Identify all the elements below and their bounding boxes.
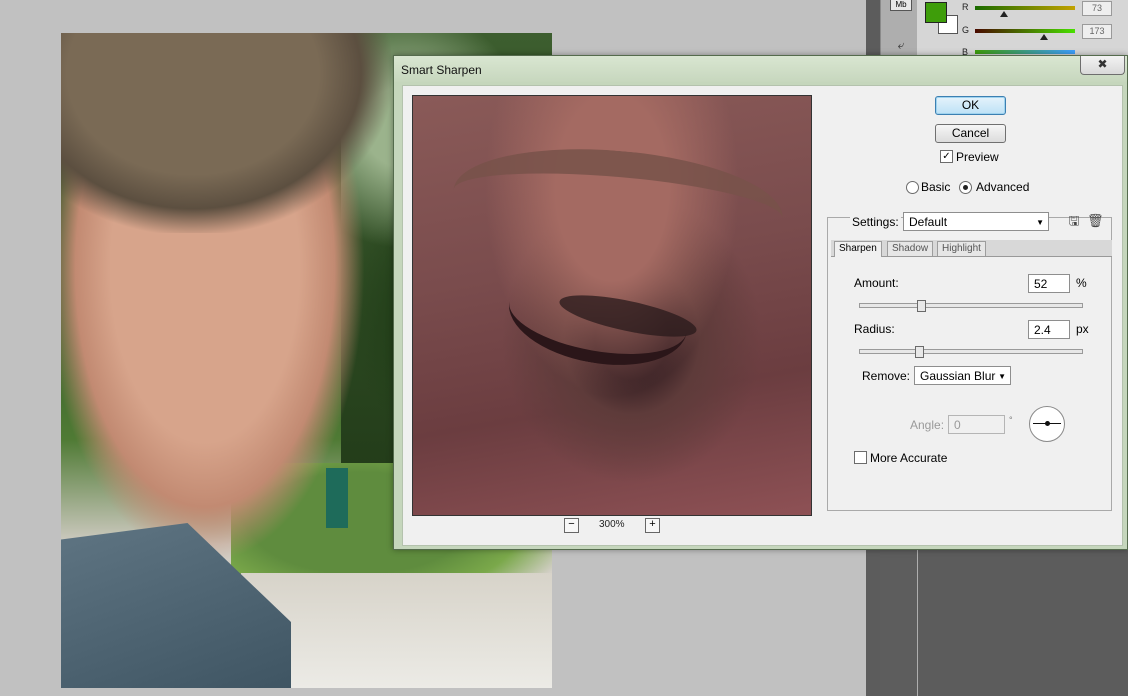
ok-button[interactable]: OK	[935, 96, 1006, 115]
save-settings-icon[interactable]: 🖫	[1066, 213, 1082, 229]
angle-label: Angle:	[910, 418, 945, 432]
checkmark-icon: ✓	[942, 151, 951, 162]
photo-hair	[61, 33, 391, 233]
red-channel-value[interactable]: 73	[1082, 1, 1112, 16]
radius-label: Radius:	[854, 322, 895, 336]
basic-label: Basic	[921, 180, 951, 194]
chevron-down-icon: ▼	[1036, 218, 1044, 227]
preview-checkbox[interactable]: ✓	[940, 150, 953, 163]
remove-dropdown[interactable]: Gaussian Blur ▼	[914, 366, 1011, 385]
amount-slider-thumb[interactable]	[917, 300, 926, 312]
red-channel-marker[interactable]	[1000, 11, 1008, 17]
radius-slider-thumb[interactable]	[915, 346, 924, 358]
tab-strip: Sharpen Shadow Highlight	[831, 240, 1112, 257]
red-channel-slider[interactable]	[975, 6, 1075, 10]
settings-label: Settings:	[850, 215, 901, 229]
history-icon[interactable]: ⤶	[893, 38, 909, 52]
preview-label: Preview	[956, 150, 999, 164]
panel-dock-lower	[880, 540, 917, 696]
amount-label: Amount:	[854, 276, 899, 290]
foreground-color-swatch[interactable]	[925, 2, 947, 23]
dialog-title: Smart Sharpen	[401, 63, 482, 77]
green-channel-slider[interactable]	[975, 29, 1075, 33]
mb-icon[interactable]: Mb	[890, 0, 912, 11]
advanced-radio[interactable]	[959, 181, 972, 194]
settings-group	[827, 217, 1112, 511]
basic-radio[interactable]	[906, 181, 919, 194]
remove-label: Remove:	[862, 369, 911, 383]
radius-slider[interactable]	[859, 349, 1083, 354]
zoom-in-button[interactable]: +	[645, 518, 660, 533]
dialog-titlebar[interactable]: Smart Sharpen ✖	[394, 56, 1127, 82]
amount-unit: %	[1076, 276, 1087, 290]
delete-settings-icon[interactable]: 🗑	[1087, 213, 1104, 229]
dialog-body: − 300% + OK Cancel ✓ Preview Basic Advan…	[402, 85, 1123, 546]
more-accurate-checkbox[interactable]	[854, 451, 867, 464]
green-channel-label: G	[962, 25, 970, 35]
chevron-down-icon: ▼	[998, 372, 1006, 381]
red-channel-label: R	[962, 2, 969, 12]
green-channel-marker[interactable]	[1040, 34, 1048, 40]
angle-field[interactable]: 0	[948, 415, 1005, 434]
angle-dial-center	[1045, 421, 1050, 426]
tab-shadow[interactable]: Shadow	[887, 241, 934, 256]
tab-highlight[interactable]: Highlight	[937, 241, 986, 256]
cancel-button[interactable]: Cancel	[935, 124, 1006, 143]
angle-unit: °	[1009, 415, 1013, 425]
amount-slider[interactable]	[859, 303, 1083, 308]
preview-eyebrow	[449, 136, 787, 272]
close-button[interactable]: ✖	[1080, 56, 1125, 75]
radius-field[interactable]: 2.4	[1028, 320, 1070, 339]
radius-unit: px	[1076, 322, 1089, 336]
tab-sharpen[interactable]: Sharpen	[834, 241, 882, 257]
more-accurate-label: More Accurate	[870, 451, 948, 465]
zoom-level: 300%	[599, 519, 625, 530]
zoom-out-button[interactable]: −	[564, 518, 579, 533]
settings-dropdown[interactable]: Default ▼	[903, 212, 1049, 231]
green-channel-value[interactable]: 173	[1082, 24, 1112, 39]
remove-value: Gaussian Blur	[920, 369, 996, 383]
preview-image[interactable]	[412, 95, 812, 516]
advanced-label: Advanced	[976, 180, 1030, 194]
angle-dial[interactable]	[1029, 406, 1065, 442]
smart-sharpen-dialog: Smart Sharpen ✖ − 300% + OK Cancel ✓ Pre…	[393, 55, 1128, 550]
preview-eyelid	[501, 256, 695, 378]
amount-field[interactable]: 52	[1028, 274, 1070, 293]
settings-value: Default	[909, 215, 948, 229]
blue-channel-slider[interactable]	[975, 50, 1075, 54]
